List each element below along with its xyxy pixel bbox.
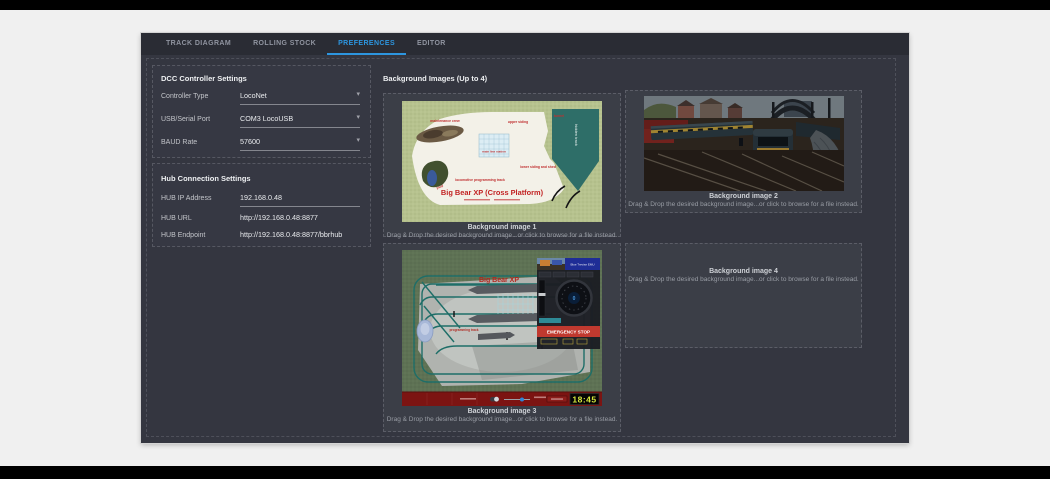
upper-siding-label: upper siding (508, 120, 528, 124)
hub-url-label: HUB URL (161, 215, 192, 222)
background-image-2-preview (644, 96, 844, 191)
throttle-header-label: Blue Trevise EMU (570, 263, 594, 267)
hub-ip-input[interactable]: 192.168.0.48 (240, 193, 360, 207)
app-window: TRACK DIAGRAM ROLLING STOCK PREFERENCES … (141, 33, 909, 443)
dcc-panel-title: DCC Controller Settings (161, 74, 247, 83)
desktop: TRACK DIAGRAM ROLLING STOCK PREFERENCES … (0, 0, 1050, 479)
background-image-1-preview: hidden track main line station maintenan… (402, 101, 602, 222)
dcc-controller-settings-panel: DCC Controller Settings Controller Type … (152, 65, 371, 158)
background-image-3-preview: Big Bear XP programming track Blue Trevi… (402, 250, 602, 406)
main-line-station-label: main line station (482, 150, 506, 154)
zone-4-hint: Drag & Drop the desired background image… (628, 276, 859, 284)
hub-endpoint-row: HUB Endpoint http://192.168.0.48:8877/bb… (153, 232, 370, 246)
zone-2-hint: Drag & Drop the desired background image… (628, 201, 859, 209)
hidden-track-label: hidden track (574, 124, 579, 146)
background-image-2-dropzone[interactable]: Background image 2 Drag & Drop the desir… (625, 90, 862, 213)
background-image-3-dropzone[interactable]: Big Bear XP programming track Blue Trevi… (383, 243, 621, 432)
programming-track-label: locomotive programming track (455, 178, 505, 182)
usb-serial-port-row: USB/Serial Port COM3 LocoUSB ▾ (153, 116, 370, 130)
layout-title: Big Bear XP (Cross Platform) (441, 188, 544, 197)
background-image-1-dropzone[interactable]: hidden track main line station maintenan… (383, 93, 621, 237)
baud-rate-row: BAUD Rate 57600 ▾ (153, 139, 370, 153)
chevron-down-icon: ▾ (356, 91, 360, 99)
hub-endpoint-value: http://192.168.0.48:8877/bbrhub (240, 230, 360, 243)
zone-3-hint: Drag & Drop the desired background image… (387, 416, 618, 424)
hub-endpoint-label: HUB Endpoint (161, 232, 205, 239)
emergency-stop-button: EMERGENCY STOP (547, 330, 590, 335)
background-images-title: Background Images (Up to 4) (383, 74, 487, 83)
dial-value: 0 (573, 296, 576, 302)
letterbox-top (0, 0, 1050, 10)
zone-2-label: Background image 2 (709, 193, 778, 201)
controller-type-select[interactable]: LocoNet ▾ (240, 91, 360, 105)
fast-clock: 18:45 (572, 395, 596, 405)
hub-ip-row: HUB IP Address 192.168.0.48 (153, 195, 370, 209)
hub-url-value: http://192.168.0.48:8877 (240, 213, 360, 226)
baud-rate-label: BAUD Rate (161, 139, 197, 146)
controller-type-label: Controller Type (161, 93, 208, 100)
hub-ip-label: HUB IP Address (161, 195, 211, 202)
letterbox-bottom (0, 466, 1050, 479)
layout-title: Big Bear XP (479, 277, 519, 284)
tab-bar: TRACK DIAGRAM ROLLING STOCK PREFERENCES … (141, 33, 909, 55)
tab-rolling-stock[interactable]: ROLLING STOCK (242, 33, 327, 55)
lower-siding-label: lower siding and shed (520, 165, 556, 169)
tab-preferences[interactable]: PREFERENCES (327, 33, 406, 55)
tab-track-diagram[interactable]: TRACK DIAGRAM (155, 33, 242, 55)
hub-url-row: HUB URL http://192.168.0.48:8877 (153, 215, 370, 229)
zone-1-hint: Drag & Drop the desired background image… (387, 232, 618, 240)
chevron-down-icon: ▾ (356, 114, 360, 122)
controller-type-row: Controller Type LocoNet ▾ (153, 93, 370, 107)
programming-track-label: programming track (449, 328, 478, 332)
zone-4-label: Background image 4 (709, 268, 778, 276)
usb-serial-port-select[interactable]: COM3 LocoUSB ▾ (240, 114, 360, 128)
tunnel-label: tunnel (554, 114, 564, 118)
maintenance-crew-label: maintenance crew (430, 119, 460, 123)
background-image-4-dropzone[interactable]: Background image 4 Drag & Drop the desir… (625, 243, 862, 348)
baud-rate-select[interactable]: 57600 ▾ (240, 137, 360, 151)
zone-1-label: Background image 1 (468, 224, 537, 232)
usb-serial-port-label: USB/Serial Port (161, 116, 210, 123)
chevron-down-icon: ▾ (356, 137, 360, 145)
hub-connection-settings-panel: Hub Connection Settings HUB IP Address 1… (152, 163, 371, 247)
zone-3-label: Background image 3 (468, 408, 537, 416)
tab-editor[interactable]: EDITOR (406, 33, 457, 55)
hub-panel-title: Hub Connection Settings (161, 174, 251, 183)
